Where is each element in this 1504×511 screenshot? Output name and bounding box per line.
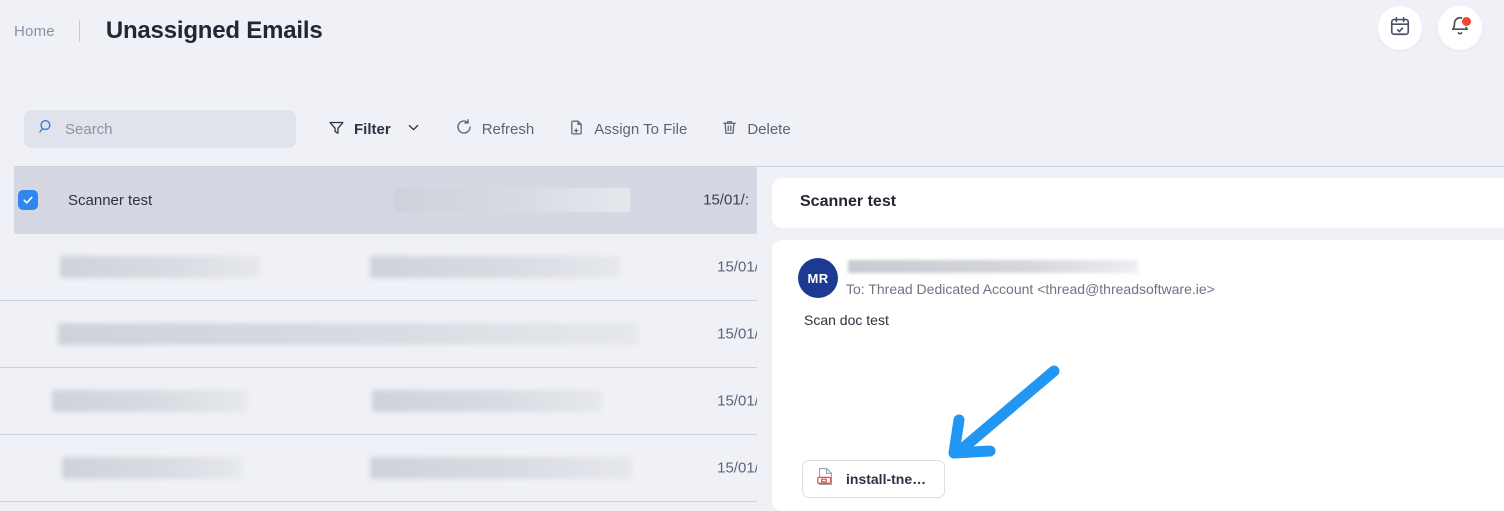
row-subject xyxy=(52,390,368,412)
table-row[interactable]: 15/01/: xyxy=(0,234,757,301)
page-title: Unassigned Emails xyxy=(105,17,323,44)
calendar-button[interactable] xyxy=(1378,6,1422,50)
delete-label: Delete xyxy=(747,120,791,138)
email-list[interactable]: Scanner test 15/01/: 15/01/: 15/01/: 15/01/:… xyxy=(0,167,757,511)
refresh-label: Refresh xyxy=(481,120,535,138)
table-row[interactable]: 15/01/: xyxy=(0,368,757,435)
table-row[interactable]: 15/01/: xyxy=(0,435,757,502)
refresh-icon xyxy=(455,118,473,140)
chevron-down-icon xyxy=(406,120,421,139)
detail-header-card: Scanner test xyxy=(772,178,1504,228)
document-add-icon xyxy=(568,119,585,140)
redacted-preview-block xyxy=(372,390,602,412)
search-icon xyxy=(38,118,55,140)
attachment-chip[interactable]: install-tne… xyxy=(802,460,946,498)
redacted-preview-block xyxy=(370,457,632,479)
row-subject xyxy=(58,323,638,345)
assign-to-file-button[interactable]: Assign To File xyxy=(568,119,687,140)
redacted-preview-block xyxy=(394,188,630,212)
delete-button[interactable]: Delete xyxy=(721,119,791,140)
list-toolbar: Search Filter Refresh Assign To File Del… xyxy=(0,56,1504,166)
assign-to-file-label: Assign To File xyxy=(594,120,688,138)
table-row[interactable]: 15/01/: xyxy=(0,301,757,368)
row-date: 15/01/: xyxy=(717,459,757,477)
redacted-preview-block xyxy=(370,256,620,278)
row-date: 15/01/: xyxy=(717,392,757,410)
row-subject xyxy=(60,256,368,278)
refresh-button[interactable]: Refresh xyxy=(455,118,535,140)
pdf-file-icon xyxy=(817,467,834,491)
row-subject xyxy=(62,457,368,479)
row-checkbox[interactable] xyxy=(18,458,38,478)
detail-body-card: MR To: Thread Dedicated Account <thread@… xyxy=(772,240,1504,511)
row-subject: Scanner test xyxy=(68,191,153,209)
row-checkbox[interactable] xyxy=(18,257,38,277)
notification-badge-dot xyxy=(1461,16,1472,27)
toolbar-actions: Filter Refresh Assign To File Delete xyxy=(328,110,791,148)
redacted-text-block xyxy=(62,457,242,479)
message-body-text: Scan doc test xyxy=(804,312,889,328)
notifications-button[interactable] xyxy=(1438,6,1482,50)
search-input-wrapper[interactable]: Search xyxy=(24,110,296,148)
redacted-text-block xyxy=(52,390,247,412)
calendar-check-icon xyxy=(1389,15,1411,42)
row-checkbox[interactable] xyxy=(18,190,38,210)
row-checkbox[interactable] xyxy=(18,324,38,344)
row-checkbox[interactable] xyxy=(18,391,38,411)
detail-subject-title: Scanner test xyxy=(800,193,897,210)
breadcrumb-home-link[interactable]: Home xyxy=(14,23,79,40)
filter-label: Filter xyxy=(354,120,391,138)
row-date: 15/01/: xyxy=(703,191,749,209)
search-input[interactable]: Search xyxy=(65,121,113,138)
table-row[interactable]: Scanner test 15/01/: xyxy=(14,167,757,234)
filter-button[interactable]: Filter xyxy=(328,119,421,140)
redacted-text-block xyxy=(58,323,638,345)
sender-name-redacted xyxy=(848,260,1138,273)
top-header-actions xyxy=(1378,6,1482,50)
recipient-line: To: Thread Dedicated Account <thread@thr… xyxy=(846,281,1215,297)
attachment-name: install-tne… xyxy=(846,471,927,487)
row-date: 15/01/: xyxy=(717,325,757,343)
row-date: 15/01/: xyxy=(717,258,757,276)
redacted-text-block xyxy=(60,256,260,278)
top-header-bar: Home Unassigned Emails xyxy=(0,0,1504,56)
trash-icon xyxy=(721,119,738,140)
funnel-icon xyxy=(328,119,345,140)
breadcrumb: Home Unassigned Emails xyxy=(14,17,323,45)
avatar: MR xyxy=(798,258,838,298)
